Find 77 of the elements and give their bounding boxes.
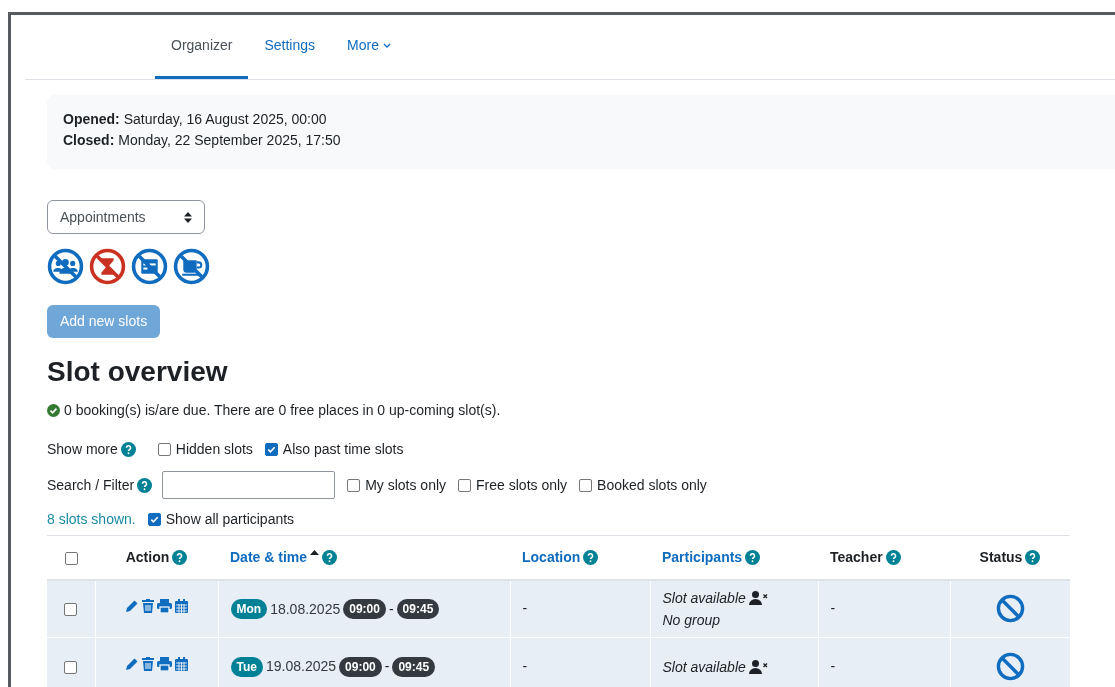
checkbox[interactable] (579, 478, 593, 492)
pencil-icon[interactable] (125, 657, 139, 671)
checkbox-label: Also past time slots (282, 439, 404, 459)
checkbox[interactable] (347, 478, 361, 492)
participant-text: No group (662, 610, 721, 630)
time-badge: 09:00 (343, 599, 386, 619)
pencil-icon[interactable] (125, 599, 139, 614)
info-line: Closed: Monday, 22 September 2025, 17:50 (63, 131, 342, 150)
nav-tab[interactable]: Settings (248, 15, 332, 79)
column-sort-link[interactable]: Date & time (230, 546, 308, 568)
teacher-cell: - (830, 600, 836, 617)
help-icon[interactable] (745, 549, 761, 565)
hourglass-mode-icon[interactable] (89, 248, 126, 285)
location-cell: - (522, 600, 528, 617)
help-icon[interactable] (583, 549, 599, 565)
calendar-icon[interactable] (175, 657, 188, 671)
show-more-label: Show more (47, 439, 118, 459)
help-icon[interactable] (172, 549, 188, 565)
nav-tab[interactable]: More (331, 15, 407, 79)
user-remove-icon (748, 590, 768, 605)
column-header: Status (979, 547, 1023, 567)
column-sort-link[interactable]: Participants (662, 546, 743, 568)
weekday-badge: Mon (230, 599, 268, 619)
sort-arrows-icon (184, 211, 192, 223)
slot-date: 19.08.2025 (265, 657, 337, 677)
trash-icon[interactable] (142, 657, 154, 671)
slot-date: 18.08.2025 (270, 599, 341, 619)
checkbox[interactable] (147, 512, 161, 526)
checkbox[interactable] (64, 551, 78, 565)
checkbox-label: Free slots only (476, 475, 568, 495)
checkbox-label: Show all participants (165, 509, 295, 529)
participant-text: Slot available (662, 588, 746, 608)
help-icon[interactable] (137, 477, 153, 493)
form-mode-icon[interactable] (131, 248, 168, 285)
checkbox[interactable] (64, 660, 78, 674)
time-separator: - (388, 599, 394, 619)
weekday-badge: Tue (230, 656, 263, 677)
location-cell: - (522, 658, 528, 674)
user-remove-icon (748, 659, 768, 674)
printer-icon[interactable] (157, 599, 172, 614)
calendar-icon[interactable] (175, 599, 188, 614)
summary-text: 0 booking(s) is/are due. There are 0 free places in 0 up-coming slot(s). (64, 401, 501, 420)
page-heading: Slot overview (47, 355, 228, 389)
checkbox-label: My slots only (365, 475, 447, 495)
view-select[interactable]: Appointments (47, 200, 205, 234)
help-icon[interactable] (885, 549, 901, 565)
time-badge: 09:00 (339, 656, 382, 677)
help-icon[interactable] (1025, 549, 1041, 565)
checkbox[interactable] (458, 478, 472, 492)
participant-text: Slot available (662, 657, 746, 677)
printer-icon[interactable] (157, 657, 172, 671)
cup-mode-icon[interactable] (173, 248, 210, 285)
nav-tab[interactable]: Organizer (155, 15, 249, 79)
info-line: Opened: Saturday, 16 August 2025, 00:00 (63, 110, 328, 129)
checkbox[interactable] (157, 442, 171, 456)
filter-label: Search / Filter (47, 475, 135, 495)
teacher-cell: - (830, 658, 836, 674)
help-icon[interactable] (120, 441, 136, 457)
time-badge: 09:45 (392, 656, 436, 677)
checkbox-label: Hidden slots (175, 439, 253, 459)
column-header: Action (125, 547, 170, 567)
checkbox-label: Booked slots only (597, 475, 707, 495)
check-circle-icon (47, 404, 60, 417)
column-sort-link[interactable]: Location (522, 546, 581, 568)
help-icon[interactable] (322, 549, 338, 565)
chevron-down-icon (382, 42, 391, 49)
column-header: Teacher (830, 547, 883, 567)
slots-count: 8 slots shown. (47, 509, 136, 529)
blocked-status-icon (995, 652, 1025, 681)
checkbox[interactable] (264, 442, 278, 456)
checkbox[interactable] (64, 603, 78, 617)
group-mode-icon[interactable] (47, 248, 84, 285)
search-field[interactable] (162, 471, 336, 499)
blocked-status-icon (995, 594, 1025, 624)
time-badge: 09:45 (396, 599, 440, 619)
time-separator: - (384, 657, 390, 677)
trash-icon[interactable] (142, 599, 154, 614)
